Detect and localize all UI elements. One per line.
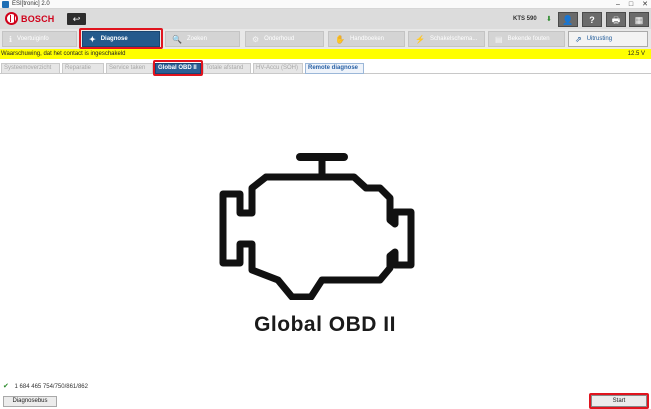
user-icon: 👤 [562, 15, 574, 25]
print-icon: 🖶 [611, 15, 621, 25]
info-icon: ℹ [9, 34, 13, 44]
nav-label: Zoeken [186, 36, 207, 42]
close-window-button[interactable]: ✕ [642, 0, 648, 9]
device-label: KTS 590 [513, 16, 537, 22]
hand-icon: ✋ [335, 34, 345, 44]
user-button[interactable]: 👤 [558, 12, 578, 27]
sub-tabs: Systeemoverzicht Reparatie Service taken… [0, 62, 651, 74]
diagnose-icon: ✦ [89, 34, 96, 44]
nav-label: Voertuiginfo [17, 36, 49, 42]
warning-bar: Waarschuwing, dat het contact is ingesch… [0, 49, 651, 59]
tab-service-taken[interactable]: Service taken [106, 63, 153, 74]
nav-zoeken[interactable]: 🔍 Zoeken [165, 31, 240, 47]
gears-icon: ⚙ [252, 34, 260, 44]
nav-label: Schakelschema... [429, 36, 478, 42]
window-controls: – □ ✕ [616, 0, 648, 9]
nav-label: Diagnose [100, 36, 128, 42]
share-icon: ⇗ [575, 34, 582, 44]
schematic-icon: ⚡ [415, 34, 425, 44]
tab-systeemoverzicht[interactable]: Systeemoverzicht [1, 63, 60, 74]
main-navigation: ℹ Voertuiginfo ✦ Diagnose 🔍 Zoeken ⚙ Ond… [0, 29, 651, 49]
back-button[interactable]: ↩ [67, 13, 86, 25]
nav-voertuiginfo[interactable]: ℹ Voertuiginfo [2, 31, 77, 47]
help-button[interactable]: ? [582, 12, 602, 27]
app-header: BOSCH ↩ KTS 590 ⬇ 👤 ? 🖶 ▦ [0, 9, 651, 29]
nav-schakelschema[interactable]: ⚡ Schakelschema... [408, 31, 485, 47]
nav-label: Uitrusting [586, 36, 613, 42]
back-arrow-icon: ↩ [72, 14, 81, 24]
tab-hv-accu[interactable]: HV-Accu (SOH) [253, 63, 303, 74]
window-title: ESI[tronic] 2.0 [12, 1, 50, 7]
calculator-icon: ▦ [634, 15, 644, 25]
nav-onderhoud[interactable]: ⚙ Onderhoud [245, 31, 324, 47]
tab-reparatie[interactable]: Reparatie [62, 63, 104, 74]
maximize-button[interactable]: □ [629, 0, 633, 9]
minimize-button[interactable]: – [616, 0, 620, 9]
bosch-logo: BOSCH [5, 12, 55, 25]
bosch-armature-icon [5, 12, 18, 25]
nav-label: Handboeken [349, 36, 384, 42]
voltage-readout: 12.5 V [627, 51, 645, 57]
check-icon: ✔ [3, 383, 9, 390]
diagnosebus-button[interactable]: Diagnosebus [3, 396, 57, 407]
print-button[interactable]: 🖶 [606, 12, 626, 27]
connection-status-icon: ⬇ [546, 16, 552, 23]
part-number: 1 684 465 754/750/861/862 [14, 384, 88, 390]
nav-uitrusting[interactable]: ⇗ Uitrusting [568, 31, 648, 47]
nav-bekende-fouten[interactable]: ▤ Bekende fouten [488, 31, 565, 47]
search-icon: 🔍 [172, 34, 182, 44]
nav-diagnose[interactable]: ✦ Diagnose [82, 31, 160, 47]
app-icon [2, 1, 9, 8]
tab-global-obd[interactable]: Global OBD II [155, 63, 201, 74]
tab-totale-afstand[interactable]: Totale afstand [203, 63, 251, 74]
obd-title: Global OBD II [254, 313, 396, 336]
tab-remote-diagnose[interactable]: Remote diagnose [305, 63, 364, 74]
window-title-bar: ESI[tronic] 2.0 – □ ✕ [0, 0, 651, 9]
nav-label: Onderhoud [264, 36, 295, 42]
warning-text: Waarschuwing, dat het contact is ingesch… [1, 51, 126, 57]
footer-part-info: ✔ 1 684 465 754/750/861/862 [3, 382, 88, 390]
document-icon: ▤ [495, 34, 503, 44]
nav-label: Bekende fouten [507, 36, 550, 42]
calculator-button[interactable]: ▦ [629, 12, 649, 27]
brand-name: BOSCH [21, 13, 55, 24]
nav-handboeken[interactable]: ✋ Handboeken [328, 31, 405, 47]
start-button[interactable]: Start [591, 395, 647, 407]
engine-icon[interactable] [214, 152, 430, 300]
help-icon: ? [589, 15, 595, 25]
